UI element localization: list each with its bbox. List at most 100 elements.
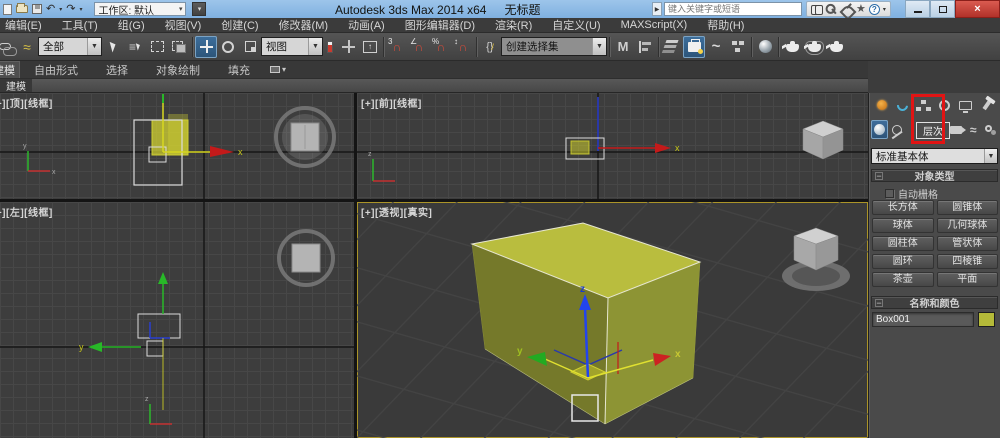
spinner-snap-icon[interactable]: ↕ ∩	[452, 36, 474, 58]
material-editor-icon[interactable]	[754, 36, 776, 58]
angle-snap-icon[interactable]: ∠ ∩	[408, 36, 430, 58]
undo-dropdown-icon[interactable]: ▾	[59, 6, 62, 13]
tab-utilities[interactable]	[976, 95, 997, 115]
selection-filter-dropdown[interactable]: 全部 ▼	[38, 37, 102, 56]
menu-modifiers[interactable]: 修改器(M)	[269, 17, 339, 33]
ribbon-tab-populate[interactable]: 填充	[214, 61, 264, 78]
menu-maxscript[interactable]: MAXScript(X)	[611, 19, 698, 31]
render-setup-icon[interactable]	[781, 36, 803, 58]
menu-edit[interactable]: 编辑(E)	[0, 17, 52, 33]
primitive-category-dropdown[interactable]: 标准基本体 ▼	[871, 148, 998, 164]
object-color-swatch[interactable]	[978, 312, 995, 327]
window-crossing-icon[interactable]	[168, 36, 190, 58]
save-file-icon[interactable]	[32, 4, 42, 14]
button-tube[interactable]: 管状体	[936, 236, 998, 251]
rollout-collapse-button[interactable]	[875, 172, 883, 180]
new-file-icon[interactable]	[3, 3, 12, 15]
subtab-shapes[interactable]	[888, 120, 905, 139]
menu-group[interactable]: 组(G)	[108, 17, 155, 33]
ribbon-tab-selection[interactable]: 选择	[92, 61, 142, 78]
object-name-input[interactable]	[872, 312, 974, 327]
object-type-rollout-header[interactable]: 对象类型	[871, 169, 998, 183]
autogrid-checkbox[interactable]	[885, 189, 894, 198]
workspace-selector[interactable]: 工作区: 默认 ▾	[94, 2, 187, 17]
button-cylinder[interactable]: 圆柱体	[872, 236, 934, 251]
button-teapot[interactable]: 茶壶	[872, 272, 934, 287]
viewport-left[interactable]: [+][左][线框] y z	[0, 202, 354, 438]
rendered-frame-window-icon[interactable]	[803, 36, 825, 58]
rectangular-selection-region-icon[interactable]	[146, 36, 168, 58]
ribbon-tab-modeling[interactable]: 建模	[0, 61, 20, 78]
help-dropdown-icon[interactable]: ▾	[883, 6, 886, 13]
select-by-name-icon[interactable]: ≡	[124, 36, 146, 58]
subtab-geometry[interactable]	[871, 120, 889, 139]
select-and-move-icon[interactable]	[195, 35, 217, 58]
menu-customize[interactable]: 自定义(U)	[542, 17, 610, 33]
menu-rendering[interactable]: 渲染(R)	[485, 17, 542, 33]
search-input[interactable]	[664, 2, 802, 16]
subtab-systems[interactable]	[982, 120, 999, 139]
menu-create[interactable]: 创建(C)	[211, 17, 268, 33]
percent-snap-icon[interactable]: % ∩	[430, 36, 452, 58]
sign-in-key-icon[interactable]	[824, 1, 841, 18]
tab-modify[interactable]	[892, 95, 913, 115]
select-and-rotate-icon[interactable]	[217, 36, 239, 58]
ribbon-tab-freeform[interactable]: 自由形式	[20, 61, 92, 78]
menu-views[interactable]: 视图(V)	[155, 17, 212, 33]
viewport-front-label[interactable]: [+][前][线框]	[361, 95, 422, 110]
viewport-perspective[interactable]: [+][透视][真实] z x y	[357, 202, 868, 438]
viewport-left-label[interactable]: [+][左][线框]	[0, 204, 53, 219]
curve-editor-icon[interactable]: ~	[705, 36, 727, 58]
tab-display[interactable]	[955, 95, 976, 115]
workspace-menu-button[interactable]: ▾	[192, 2, 207, 16]
button-cone[interactable]: 圆锥体	[936, 200, 998, 215]
keyboard-shortcut-override-icon[interactable]: ↑	[359, 36, 381, 58]
button-geosphere[interactable]: 几何球体	[936, 218, 998, 233]
menu-help[interactable]: 帮助(H)	[697, 17, 754, 33]
button-sphere[interactable]: 球体	[872, 218, 934, 233]
select-and-link-icon[interactable]	[0, 36, 17, 58]
select-and-scale-icon[interactable]	[239, 36, 261, 58]
ribbon-panel-modeling-label[interactable]: 建模	[0, 79, 32, 93]
render-production-icon[interactable]	[825, 36, 847, 58]
button-pyramid[interactable]: 四棱锥	[936, 254, 998, 269]
rollout-collapse-button[interactable]	[875, 299, 883, 307]
tab-create[interactable]	[871, 95, 892, 115]
button-torus[interactable]: 圆环	[872, 254, 934, 269]
favorites-star-icon[interactable]: ★	[856, 3, 866, 15]
snap-toggle-3d-icon[interactable]: 3 ∩	[386, 36, 408, 58]
viewport-perspective-label[interactable]: [+][透视][真实]	[361, 204, 432, 219]
ribbon-tab-object-paint[interactable]: 对象绘制	[142, 61, 214, 78]
graphite-ribbon-toggle-icon[interactable]	[683, 35, 705, 58]
infocenter-expand-icon[interactable]: ▶	[652, 2, 662, 16]
schematic-view-icon[interactable]	[727, 36, 749, 58]
reference-coordinate-dropdown[interactable]: 视图 ▼	[261, 37, 323, 56]
menu-animation[interactable]: 动画(A)	[338, 17, 395, 33]
viewport-top-label[interactable]: [+][顶][线框]	[0, 95, 53, 110]
menu-tools[interactable]: 工具(T)	[52, 17, 108, 33]
select-object-icon[interactable]	[102, 36, 124, 58]
minimize-button[interactable]	[905, 0, 930, 18]
align-icon[interactable]	[634, 36, 656, 58]
subtab-space-warps[interactable]: ≈	[965, 120, 982, 139]
viewport-front[interactable]: [+][前][线框] x z	[357, 93, 868, 199]
button-box[interactable]: 长方体	[872, 200, 934, 215]
mirror-icon[interactable]: M	[612, 36, 634, 58]
restore-button[interactable]	[930, 0, 955, 18]
menu-graph-editors[interactable]: 图形编辑器(D)	[395, 17, 485, 33]
bind-to-space-warp-icon[interactable]: ≈	[16, 36, 38, 58]
use-pivot-center-icon[interactable]	[323, 36, 337, 58]
search-icon[interactable]	[811, 5, 823, 15]
open-file-icon[interactable]	[16, 3, 28, 13]
select-and-manipulate-icon[interactable]	[337, 36, 359, 58]
undo-icon[interactable]: ↶	[46, 1, 55, 17]
name-color-rollout-header[interactable]: 名称和颜色	[871, 296, 998, 310]
edit-named-selection-sets-icon[interactable]: {} /	[479, 36, 501, 58]
ribbon-minimize-button[interactable]: ▾	[264, 61, 292, 78]
redo-dropdown-icon[interactable]: ▾	[79, 6, 82, 13]
communication-center-icon[interactable]	[841, 3, 853, 15]
close-button[interactable]: ×	[955, 0, 1000, 18]
button-plane[interactable]: 平面	[936, 272, 998, 287]
redo-icon[interactable]: ↷	[66, 1, 75, 17]
named-selection-sets-dropdown[interactable]: 创建选择集 ▼	[501, 37, 607, 56]
